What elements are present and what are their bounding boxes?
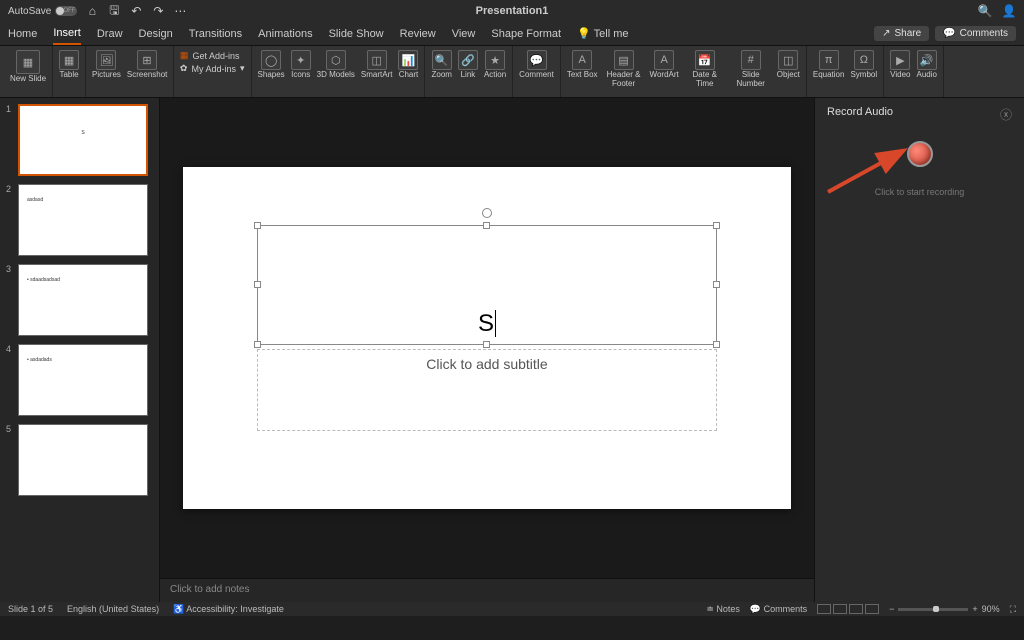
undo-icon[interactable]: ↶ bbox=[129, 4, 143, 18]
icons-button[interactable]: ✦Icons bbox=[291, 50, 311, 80]
notes-pane[interactable]: Click to add notes bbox=[160, 578, 814, 602]
more-icon[interactable]: ⋯ bbox=[173, 4, 187, 18]
3d-models-button[interactable]: ⬡3D Models bbox=[317, 50, 355, 80]
tab-shape-format[interactable]: Shape Format bbox=[491, 24, 561, 44]
resize-handle[interactable] bbox=[254, 281, 261, 288]
subtitle-textbox[interactable]: Click to add subtitle bbox=[257, 349, 717, 431]
audio-button[interactable]: 🔊Audio bbox=[916, 50, 936, 80]
tab-insert[interactable]: Insert bbox=[53, 23, 81, 45]
my-addins-button[interactable]: ✿ My Add-ins ▾ bbox=[180, 63, 245, 74]
resize-handle[interactable] bbox=[713, 222, 720, 229]
resize-handle[interactable] bbox=[483, 222, 490, 229]
toggle-off-icon: OFF bbox=[55, 6, 77, 16]
title-bar: AutoSave OFF ⌂ 🖫 ↶ ↷ ⋯ Presentation1 🔍 👤 bbox=[0, 0, 1024, 22]
zoom-button[interactable]: 🔍Zoom bbox=[431, 50, 451, 80]
share-button[interactable]: ↗ Share bbox=[874, 26, 929, 41]
video-button[interactable]: ▶Video bbox=[890, 50, 910, 80]
save-icon[interactable]: 🖫 bbox=[107, 4, 121, 18]
shapes-button[interactable]: ◯Shapes bbox=[258, 50, 285, 80]
rotate-handle[interactable] bbox=[482, 208, 492, 218]
tab-animations[interactable]: Animations bbox=[258, 24, 312, 44]
comments-button[interactable]: 💬 Comments bbox=[935, 26, 1016, 41]
resize-handle[interactable] bbox=[254, 222, 261, 229]
date-time-button[interactable]: 📅Date & Time bbox=[685, 50, 725, 89]
object-button[interactable]: ◫Object bbox=[777, 50, 800, 80]
thumbnail-5[interactable] bbox=[18, 424, 148, 496]
slide-thumbnails: 1S 2asdasd 3• sdaadsadsad 4• asdadads 5 bbox=[0, 98, 160, 602]
resize-handle[interactable] bbox=[483, 341, 490, 348]
tab-review[interactable]: Review bbox=[400, 24, 436, 44]
notes-toggle[interactable]: ≐ Notes bbox=[706, 604, 740, 615]
thumbnail-3[interactable]: • sdaadsadsad bbox=[18, 264, 148, 336]
status-bar: Slide 1 of 5 English (United States) ♿ A… bbox=[0, 602, 1024, 616]
equation-button[interactable]: πEquation bbox=[813, 50, 845, 80]
resize-handle[interactable] bbox=[713, 341, 720, 348]
ribbon-tabs: Home Insert Draw Design Transitions Anim… bbox=[0, 22, 1024, 46]
comments-toggle[interactable]: 💬 Comments bbox=[750, 604, 807, 615]
tell-me[interactable]: 💡 Tell me bbox=[577, 23, 628, 44]
home-icon[interactable]: ⌂ bbox=[85, 4, 99, 18]
pictures-button[interactable]: 🖼Pictures bbox=[92, 50, 121, 80]
zoom-percent[interactable]: 90% bbox=[982, 604, 1000, 614]
autosave-label: AutoSave bbox=[8, 6, 51, 17]
action-button[interactable]: ★Action bbox=[484, 50, 506, 80]
header-footer-button[interactable]: ▤Header & Footer bbox=[604, 50, 644, 89]
tab-draw[interactable]: Draw bbox=[97, 24, 123, 44]
accessibility-check[interactable]: ♿ Accessibility: Investigate bbox=[173, 604, 284, 615]
tab-view[interactable]: View bbox=[452, 24, 476, 44]
zoom-control[interactable]: − + 90% bbox=[889, 604, 1000, 614]
screenshot-button[interactable]: ⊞Screenshot bbox=[127, 50, 167, 80]
document-title: Presentation1 bbox=[476, 5, 549, 17]
fit-to-window-button[interactable]: ⛶ bbox=[1010, 604, 1016, 615]
wordart-button[interactable]: AWordArt bbox=[650, 50, 679, 80]
normal-view-button[interactable] bbox=[817, 604, 831, 614]
record-audio-pane: Record Audio ⓧ Click to start recording bbox=[814, 98, 1024, 602]
audio-pane-title: Record Audio bbox=[827, 106, 893, 123]
zoom-in-icon[interactable]: + bbox=[972, 604, 977, 614]
sorter-view-button[interactable] bbox=[833, 604, 847, 614]
search-icon[interactable]: 🔍 bbox=[978, 4, 992, 18]
language-indicator[interactable]: English (United States) bbox=[67, 604, 159, 614]
view-buttons bbox=[817, 604, 879, 614]
new-slide-button[interactable]: ▦New Slide bbox=[10, 50, 46, 84]
thumbnail-2[interactable]: asdasd bbox=[18, 184, 148, 256]
zoom-out-icon[interactable]: − bbox=[889, 604, 894, 614]
tab-home[interactable]: Home bbox=[8, 24, 37, 44]
autosave-toggle[interactable]: AutoSave OFF bbox=[8, 6, 77, 17]
reading-view-button[interactable] bbox=[849, 604, 863, 614]
textbox-button[interactable]: AText Box bbox=[567, 50, 598, 80]
record-hint: Click to start recording bbox=[827, 187, 1012, 197]
comment-button[interactable]: 💬Comment bbox=[519, 50, 554, 80]
table-button[interactable]: ▦Table bbox=[59, 50, 79, 80]
tab-transitions[interactable]: Transitions bbox=[189, 24, 242, 44]
resize-handle[interactable] bbox=[713, 281, 720, 288]
record-button[interactable] bbox=[907, 141, 933, 167]
account-icon[interactable]: 👤 bbox=[1002, 4, 1016, 18]
get-addins-button[interactable]: ▦ Get Add-ins bbox=[180, 50, 245, 61]
resize-handle[interactable] bbox=[254, 341, 261, 348]
smartart-button[interactable]: ◫SmartArt bbox=[361, 50, 393, 80]
ribbon: ▦New Slide ▦Table 🖼Pictures ⊞Screenshot … bbox=[0, 46, 1024, 98]
tab-design[interactable]: Design bbox=[139, 24, 173, 44]
symbol-button[interactable]: ΩSymbol bbox=[850, 50, 877, 80]
thumbnail-4[interactable]: • asdadads bbox=[18, 344, 148, 416]
slide-number-button[interactable]: #Slide Number bbox=[731, 50, 771, 89]
slideshow-view-button[interactable] bbox=[865, 604, 879, 614]
close-icon[interactable]: ⓧ bbox=[1000, 106, 1012, 123]
zoom-slider[interactable] bbox=[898, 608, 968, 611]
chart-button[interactable]: 📊Chart bbox=[398, 50, 418, 80]
tab-slideshow[interactable]: Slide Show bbox=[329, 24, 384, 44]
link-button[interactable]: 🔗Link bbox=[458, 50, 478, 80]
subtitle-placeholder: Click to add subtitle bbox=[426, 356, 547, 372]
title-textbox[interactable]: S bbox=[257, 225, 717, 345]
slide-canvas[interactable]: S Click to add subtitle bbox=[183, 167, 791, 509]
slide-position: Slide 1 of 5 bbox=[8, 604, 53, 614]
redo-icon[interactable]: ↷ bbox=[151, 4, 165, 18]
thumbnail-1[interactable]: S bbox=[18, 104, 148, 176]
title-text[interactable]: S bbox=[478, 310, 496, 338]
